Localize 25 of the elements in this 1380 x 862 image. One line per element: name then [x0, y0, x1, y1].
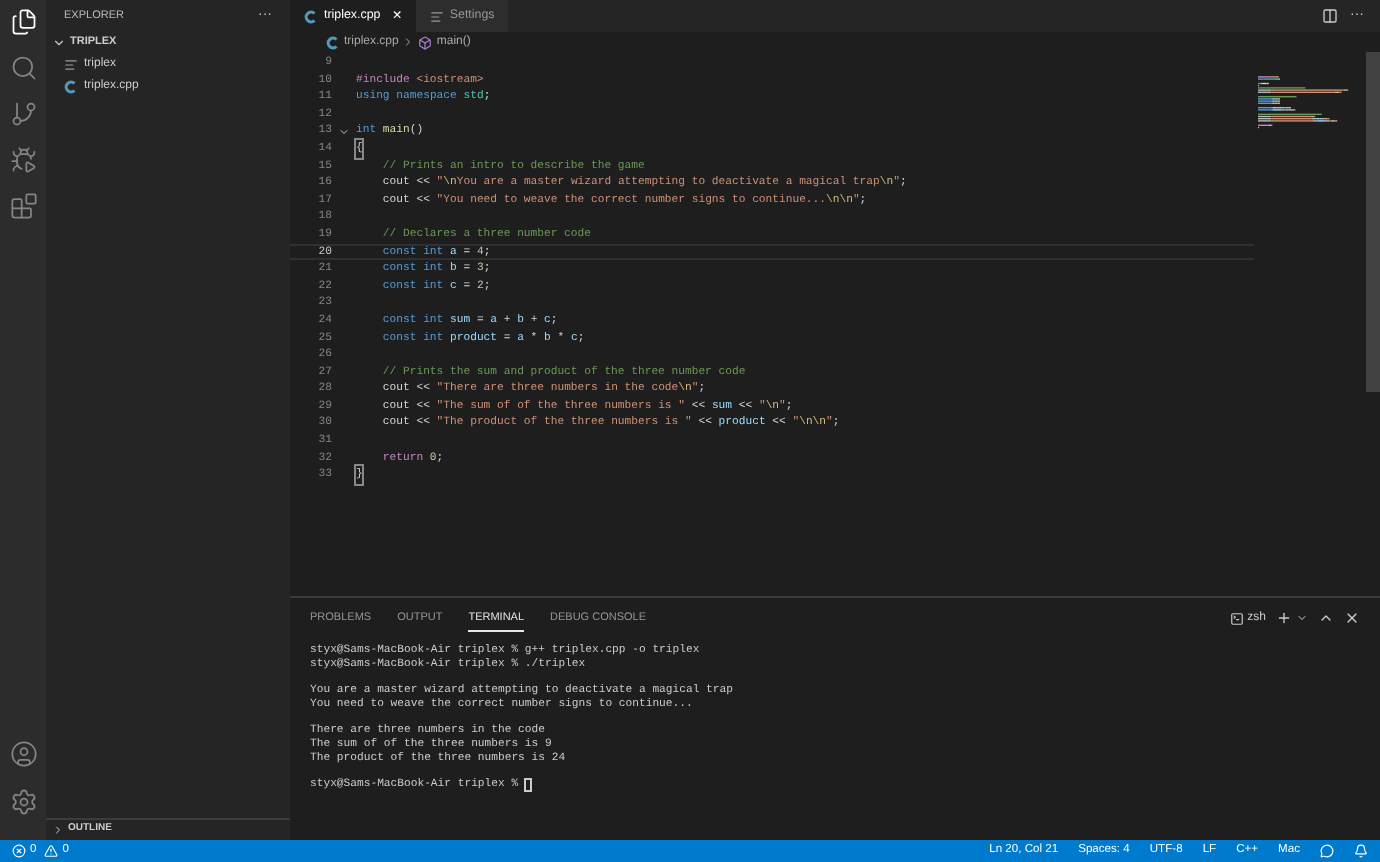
plus-icon[interactable]: [1276, 610, 1292, 626]
lines-icon: [64, 58, 78, 72]
feedback-icon[interactable]: [1320, 844, 1334, 858]
chevron-icon[interactable]: [1296, 612, 1308, 624]
play-bug-icon[interactable]: [9, 146, 37, 174]
branch-icon[interactable]: [9, 100, 37, 128]
settings-icon[interactable]: [9, 788, 37, 816]
blocks-icon[interactable]: [9, 192, 37, 220]
search-icon[interactable]: [9, 54, 37, 82]
split-editor-icon[interactable]: [1322, 8, 1338, 24]
close-icon[interactable]: [1344, 610, 1360, 626]
account-icon[interactable]: [9, 740, 37, 768]
lines-icon: [429, 9, 444, 23]
files-icon[interactable]: [9, 8, 37, 36]
scrollbar-thumb[interactable]: [1366, 52, 1380, 392]
c-shape-icon: [64, 80, 78, 94]
fold-chevron-icon[interactable]: [337, 125, 349, 138]
maximize-icon[interactable]: [1318, 610, 1334, 626]
chevron-icon: [402, 36, 415, 48]
warning-icon: [44, 844, 59, 858]
close-button[interactable]: ×: [392, 8, 402, 24]
bell-icon[interactable]: [1354, 844, 1368, 858]
terminal-icon: [1229, 611, 1244, 625]
cube-icon: [418, 35, 433, 49]
error-icon: [12, 844, 26, 858]
